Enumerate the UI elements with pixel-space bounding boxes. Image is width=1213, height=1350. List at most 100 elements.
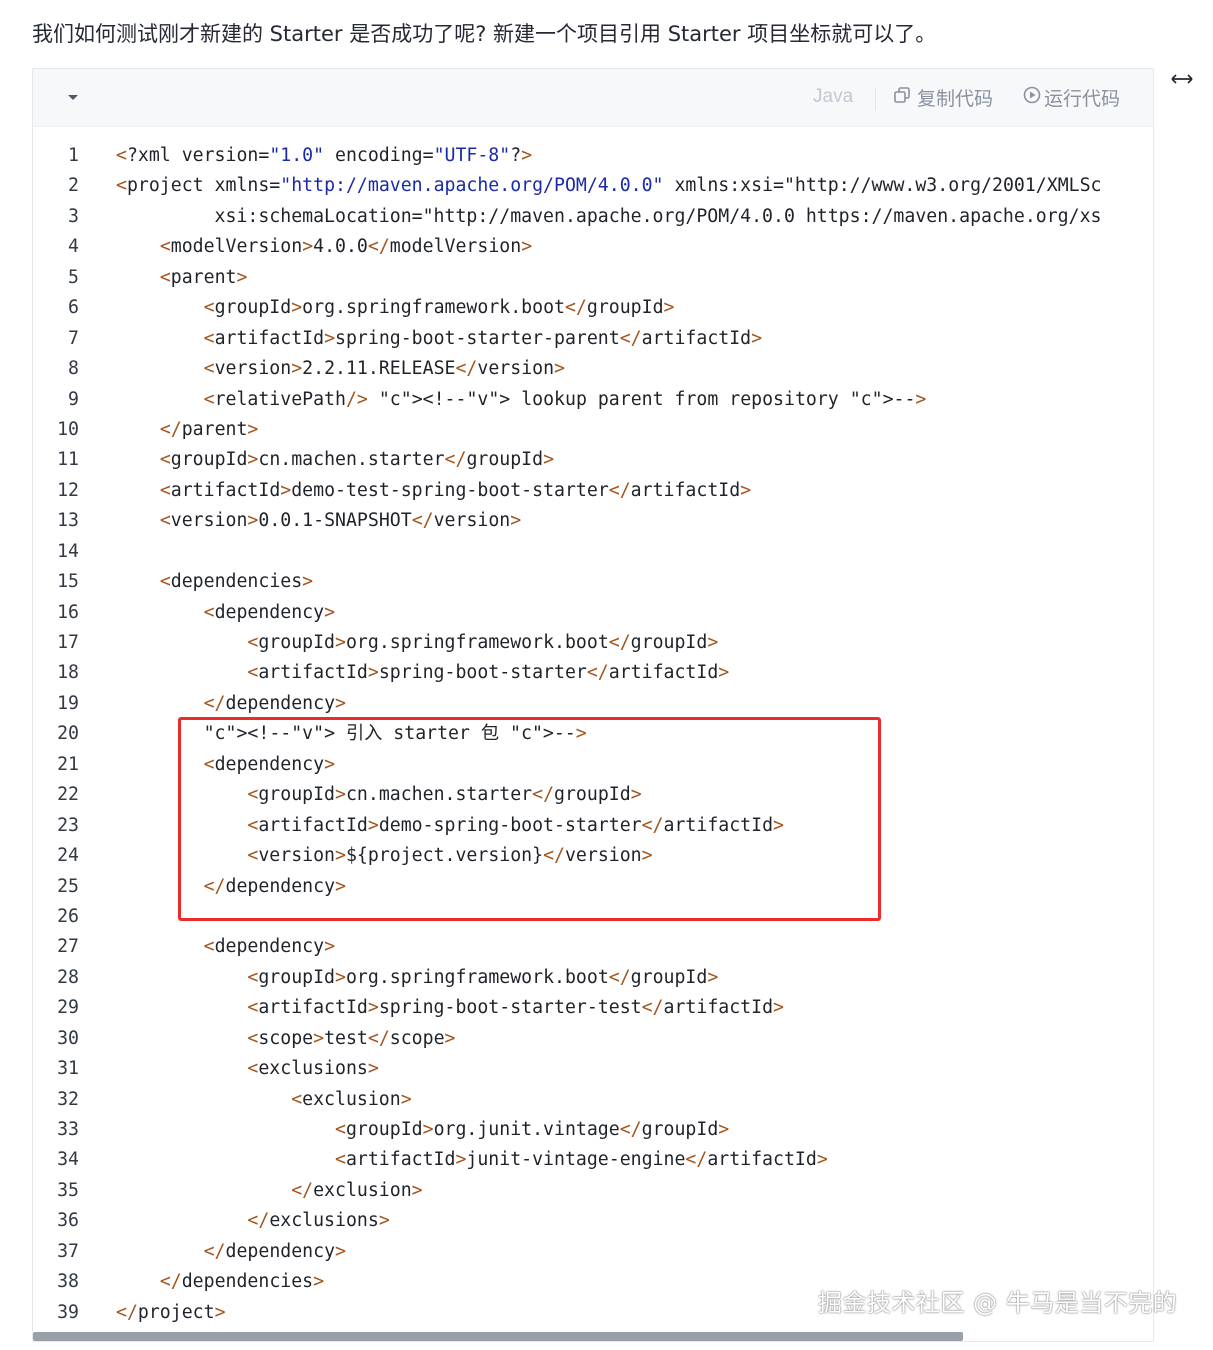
line-number: 39 bbox=[57, 1301, 79, 1323]
line-number: 4 bbox=[68, 236, 79, 258]
line-number: 16 bbox=[57, 601, 79, 623]
copy-code-label: 复制代码 bbox=[917, 88, 994, 110]
line-number: 25 bbox=[57, 875, 79, 897]
code-text: </dependency> bbox=[203, 692, 346, 714]
code-text: </exclusions> bbox=[247, 1210, 390, 1232]
code-text: <relativePath/> "c"><!--"v"> lookup pare… bbox=[203, 388, 927, 410]
code-text: <groupId>org.springframework.boot</group… bbox=[247, 966, 719, 988]
code-line: 18 <artifactId>spring-boot-starter</arti… bbox=[33, 658, 1153, 688]
code-line: 10 </parent> bbox=[33, 415, 1153, 445]
code-block: Java 复制代码 运行代码 1 <?xml version="1.0" enco… bbox=[32, 68, 1154, 1342]
code-line: 17 <groupId>org.springframework.boot</gr… bbox=[33, 628, 1153, 658]
line-number: 2 bbox=[68, 175, 79, 197]
code-line: 15 <dependencies> bbox=[33, 567, 1153, 597]
code-line: 11 <groupId>cn.machen.starter</groupId> bbox=[33, 445, 1153, 475]
run-code-button[interactable]: 运行代码 bbox=[1023, 84, 1120, 111]
code-text: <groupId>cn.machen.starter</groupId> bbox=[159, 449, 555, 471]
code-line: 5 <parent> bbox=[33, 263, 1153, 293]
code-text: </dependency> bbox=[203, 1240, 346, 1262]
code-toolbar: Java 复制代码 运行代码 bbox=[33, 69, 1153, 127]
code-text: <groupId>org.springframework.boot</group… bbox=[203, 297, 675, 319]
code-text: <modelVersion>4.0.0</modelVersion> bbox=[159, 236, 533, 258]
copy-code-button[interactable]: 复制代码 bbox=[893, 84, 993, 111]
toolbar-divider bbox=[875, 88, 876, 110]
play-circle-icon bbox=[1023, 86, 1041, 109]
code-text: </dependencies> bbox=[159, 1271, 325, 1293]
line-number: 18 bbox=[57, 662, 79, 684]
line-number: 30 bbox=[57, 1027, 79, 1049]
code-line: 8 <version>2.2.11.RELEASE</version> bbox=[33, 354, 1153, 384]
code-text: </parent> bbox=[159, 418, 259, 440]
code-line: 30 <scope>test</scope> bbox=[33, 1024, 1153, 1054]
code-text: </dependency> bbox=[203, 875, 346, 897]
code-line: 21 <dependency> bbox=[33, 750, 1153, 780]
code-text: <parent> bbox=[159, 266, 248, 288]
code-area: 1 <?xml version="1.0" encoding="UTF-8"?> 2… bbox=[33, 141, 1153, 1328]
line-number: 14 bbox=[57, 540, 79, 562]
code-text: <artifactId>junit-vintage-engine</artifa… bbox=[335, 1149, 828, 1171]
line-number: 17 bbox=[57, 632, 79, 653]
line-number: 34 bbox=[57, 1149, 79, 1171]
caret-down-icon[interactable] bbox=[63, 89, 83, 107]
code-text: </project> bbox=[116, 1301, 226, 1323]
code-line: 31 <exclusions> bbox=[33, 1054, 1153, 1084]
line-number: 9 bbox=[68, 388, 79, 410]
line-number: 29 bbox=[57, 997, 79, 1019]
line-number: 8 bbox=[68, 358, 79, 380]
code-line: 34 <artifactId>junit-vintage-engine</art… bbox=[33, 1145, 1153, 1175]
code-line: 35 </exclusion> bbox=[33, 1176, 1153, 1206]
line-number: 19 bbox=[57, 692, 79, 714]
copy-icon bbox=[893, 86, 911, 109]
line-number: 21 bbox=[57, 753, 79, 775]
line-number: 32 bbox=[57, 1088, 79, 1110]
code-text: "c"><!--"v"> 引入 starter 包 "c">--> bbox=[203, 723, 587, 745]
code-line: 20 "c"><!--"v"> 引入 starter 包 "c">--> bbox=[33, 719, 1153, 749]
intro-paragraph: 我们如何测试刚才新建的 Starter 是否成功了呢? 新建一个项目引用 Sta… bbox=[32, 22, 937, 46]
line-number: 3 bbox=[68, 205, 79, 227]
line-number: 36 bbox=[57, 1210, 79, 1232]
code-text: <artifactId>demo-spring-boot-starter</ar… bbox=[247, 814, 784, 836]
code-line: 28 <groupId>org.springframework.boot</gr… bbox=[33, 963, 1153, 993]
line-number: 20 bbox=[57, 723, 79, 745]
code-line: 13 <version>0.0.1-SNAPSHOT</version> bbox=[33, 506, 1153, 536]
code-line: 36 </exclusions> bbox=[33, 1206, 1153, 1236]
horizontal-expand-icon[interactable] bbox=[1170, 68, 1194, 95]
code-text: <artifactId>spring-boot-starter-test</ar… bbox=[247, 997, 784, 1019]
code-text: <scope>test</scope> bbox=[247, 1027, 456, 1049]
code-text: <dependencies> bbox=[159, 571, 314, 593]
line-number: 22 bbox=[57, 784, 79, 806]
code-line: 12 <artifactId>demo-test-spring-boot-sta… bbox=[33, 476, 1153, 506]
line-number: 28 bbox=[57, 966, 79, 988]
code-text: <project xmlns="http://maven.apache.org/… bbox=[116, 175, 1102, 197]
code-line: 2 <project xmlns="http://maven.apache.org… bbox=[33, 171, 1153, 201]
code-line: 4 <modelVersion>4.0.0</modelVersion> bbox=[33, 232, 1153, 262]
code-line: 1 <?xml version="1.0" encoding="UTF-8"?> bbox=[33, 141, 1153, 171]
line-number: 31 bbox=[57, 1058, 79, 1080]
line-number: 1 bbox=[68, 145, 79, 166]
code-text: xsi:schemaLocation="http://maven.apache.… bbox=[116, 205, 1102, 227]
code-line: 27 <dependency> bbox=[33, 932, 1153, 962]
code-line: 6 <groupId>org.springframework.boot</gro… bbox=[33, 293, 1153, 323]
code-text: <groupId>cn.machen.starter</groupId> bbox=[247, 784, 642, 806]
line-number: 10 bbox=[57, 418, 79, 440]
code-text: <dependency> bbox=[203, 601, 336, 623]
code-text: <version>0.0.1-SNAPSHOT</version> bbox=[159, 510, 522, 532]
line-number: 26 bbox=[57, 905, 79, 927]
code-text: <groupId>org.junit.vintage</groupId> bbox=[335, 1119, 730, 1140]
line-number: 24 bbox=[57, 845, 79, 867]
line-number: 12 bbox=[57, 479, 79, 501]
code-text: <artifactId>spring-boot-starter</artifac… bbox=[247, 662, 730, 684]
code-line: 14 bbox=[33, 537, 1153, 567]
horizontal-scrollbar[interactable] bbox=[33, 1332, 963, 1341]
code-text: <exclusions> bbox=[247, 1058, 379, 1080]
line-number: 6 bbox=[68, 297, 79, 319]
code-text: <version>${project.version}</version> bbox=[247, 845, 653, 867]
line-number: 7 bbox=[68, 327, 79, 349]
line-number: 15 bbox=[57, 571, 79, 593]
code-line: 29 <artifactId>spring-boot-starter-test<… bbox=[33, 993, 1153, 1023]
code-text: <artifactId>spring-boot-starter-parent</… bbox=[203, 327, 763, 349]
code-text: <exclusion> bbox=[291, 1088, 412, 1110]
code-text: <dependency> bbox=[203, 753, 336, 775]
code-line: 33 <groupId>org.junit.vintage</groupId> bbox=[33, 1115, 1153, 1145]
code-line: 37 </dependency> bbox=[33, 1237, 1153, 1267]
